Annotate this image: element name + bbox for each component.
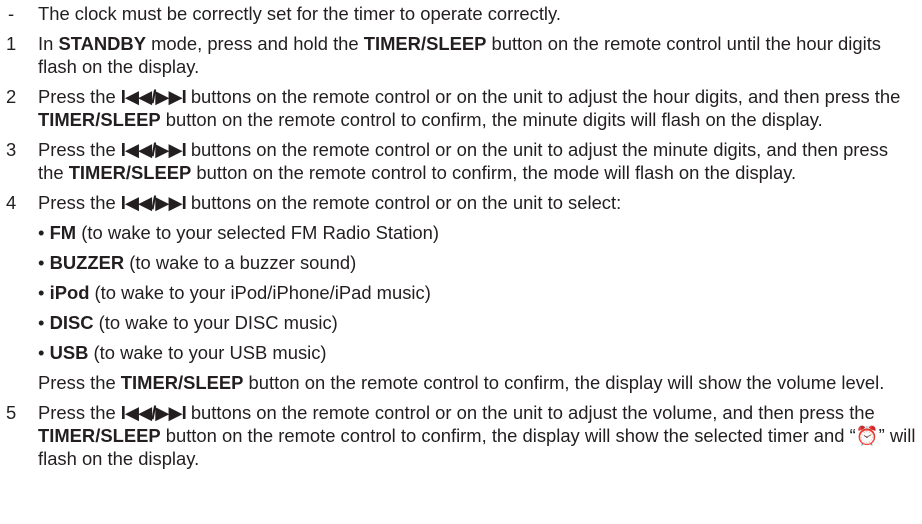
step-text: Press the I◀◀/▶▶I buttons on the remote … [38,139,889,183]
step-number: 3 [6,139,17,160]
alarm-icon: ⏰ [855,425,879,446]
option-fm: • FM (to wake to your selected FM Radio … [38,222,440,243]
dash-marker: - [8,3,15,24]
skip-buttons-icon: I◀◀/▶▶I [120,402,187,423]
step-5: 5 Press the I◀◀/▶▶I buttons on the remot… [6,401,916,470]
option-buzzer: • BUZZER (to wake to a buzzer sound) [38,252,357,273]
step-number: 4 [6,192,17,213]
step-3: 3 Press the I◀◀/▶▶I buttons on the remot… [6,138,916,184]
step-2: 2 Press the I◀◀/▶▶I buttons on the remot… [6,85,916,131]
instructions-page: - The clock must be correctly set for th… [0,0,916,470]
step-text: In STANDBY mode, press and hold the TIME… [38,33,881,77]
option-ipod: • iPod (to wake to your iPod/iPhone/iPad… [38,282,431,303]
skip-buttons-icon: I◀◀/▶▶I [120,86,187,107]
note-text: The clock must be correctly set for the … [38,3,561,24]
step-text: Press the I◀◀/▶▶I buttons on the remote … [38,192,622,213]
note-line: - The clock must be correctly set for th… [6,2,916,25]
step-number: 2 [6,86,17,107]
step-4: 4 Press the I◀◀/▶▶I buttons on the remot… [6,191,916,214]
step-1: 1 In STANDBY mode, press and hold the TI… [6,32,916,78]
step-text: Press the I◀◀/▶▶I buttons on the remote … [38,86,901,130]
step-number: 5 [6,402,17,423]
skip-buttons-icon: I◀◀/▶▶I [120,192,187,213]
step-number: 1 [6,33,17,54]
skip-buttons-icon: I◀◀/▶▶I [120,139,187,160]
option-usb: • USB (to wake to your USB music) [38,342,327,363]
option-disc: • DISC (to wake to your DISC music) [38,312,338,333]
step-text: Press the I◀◀/▶▶I buttons on the remote … [38,402,916,469]
step-4-confirm-text: Press the TIMER/SLEEP button on the remo… [38,372,885,393]
